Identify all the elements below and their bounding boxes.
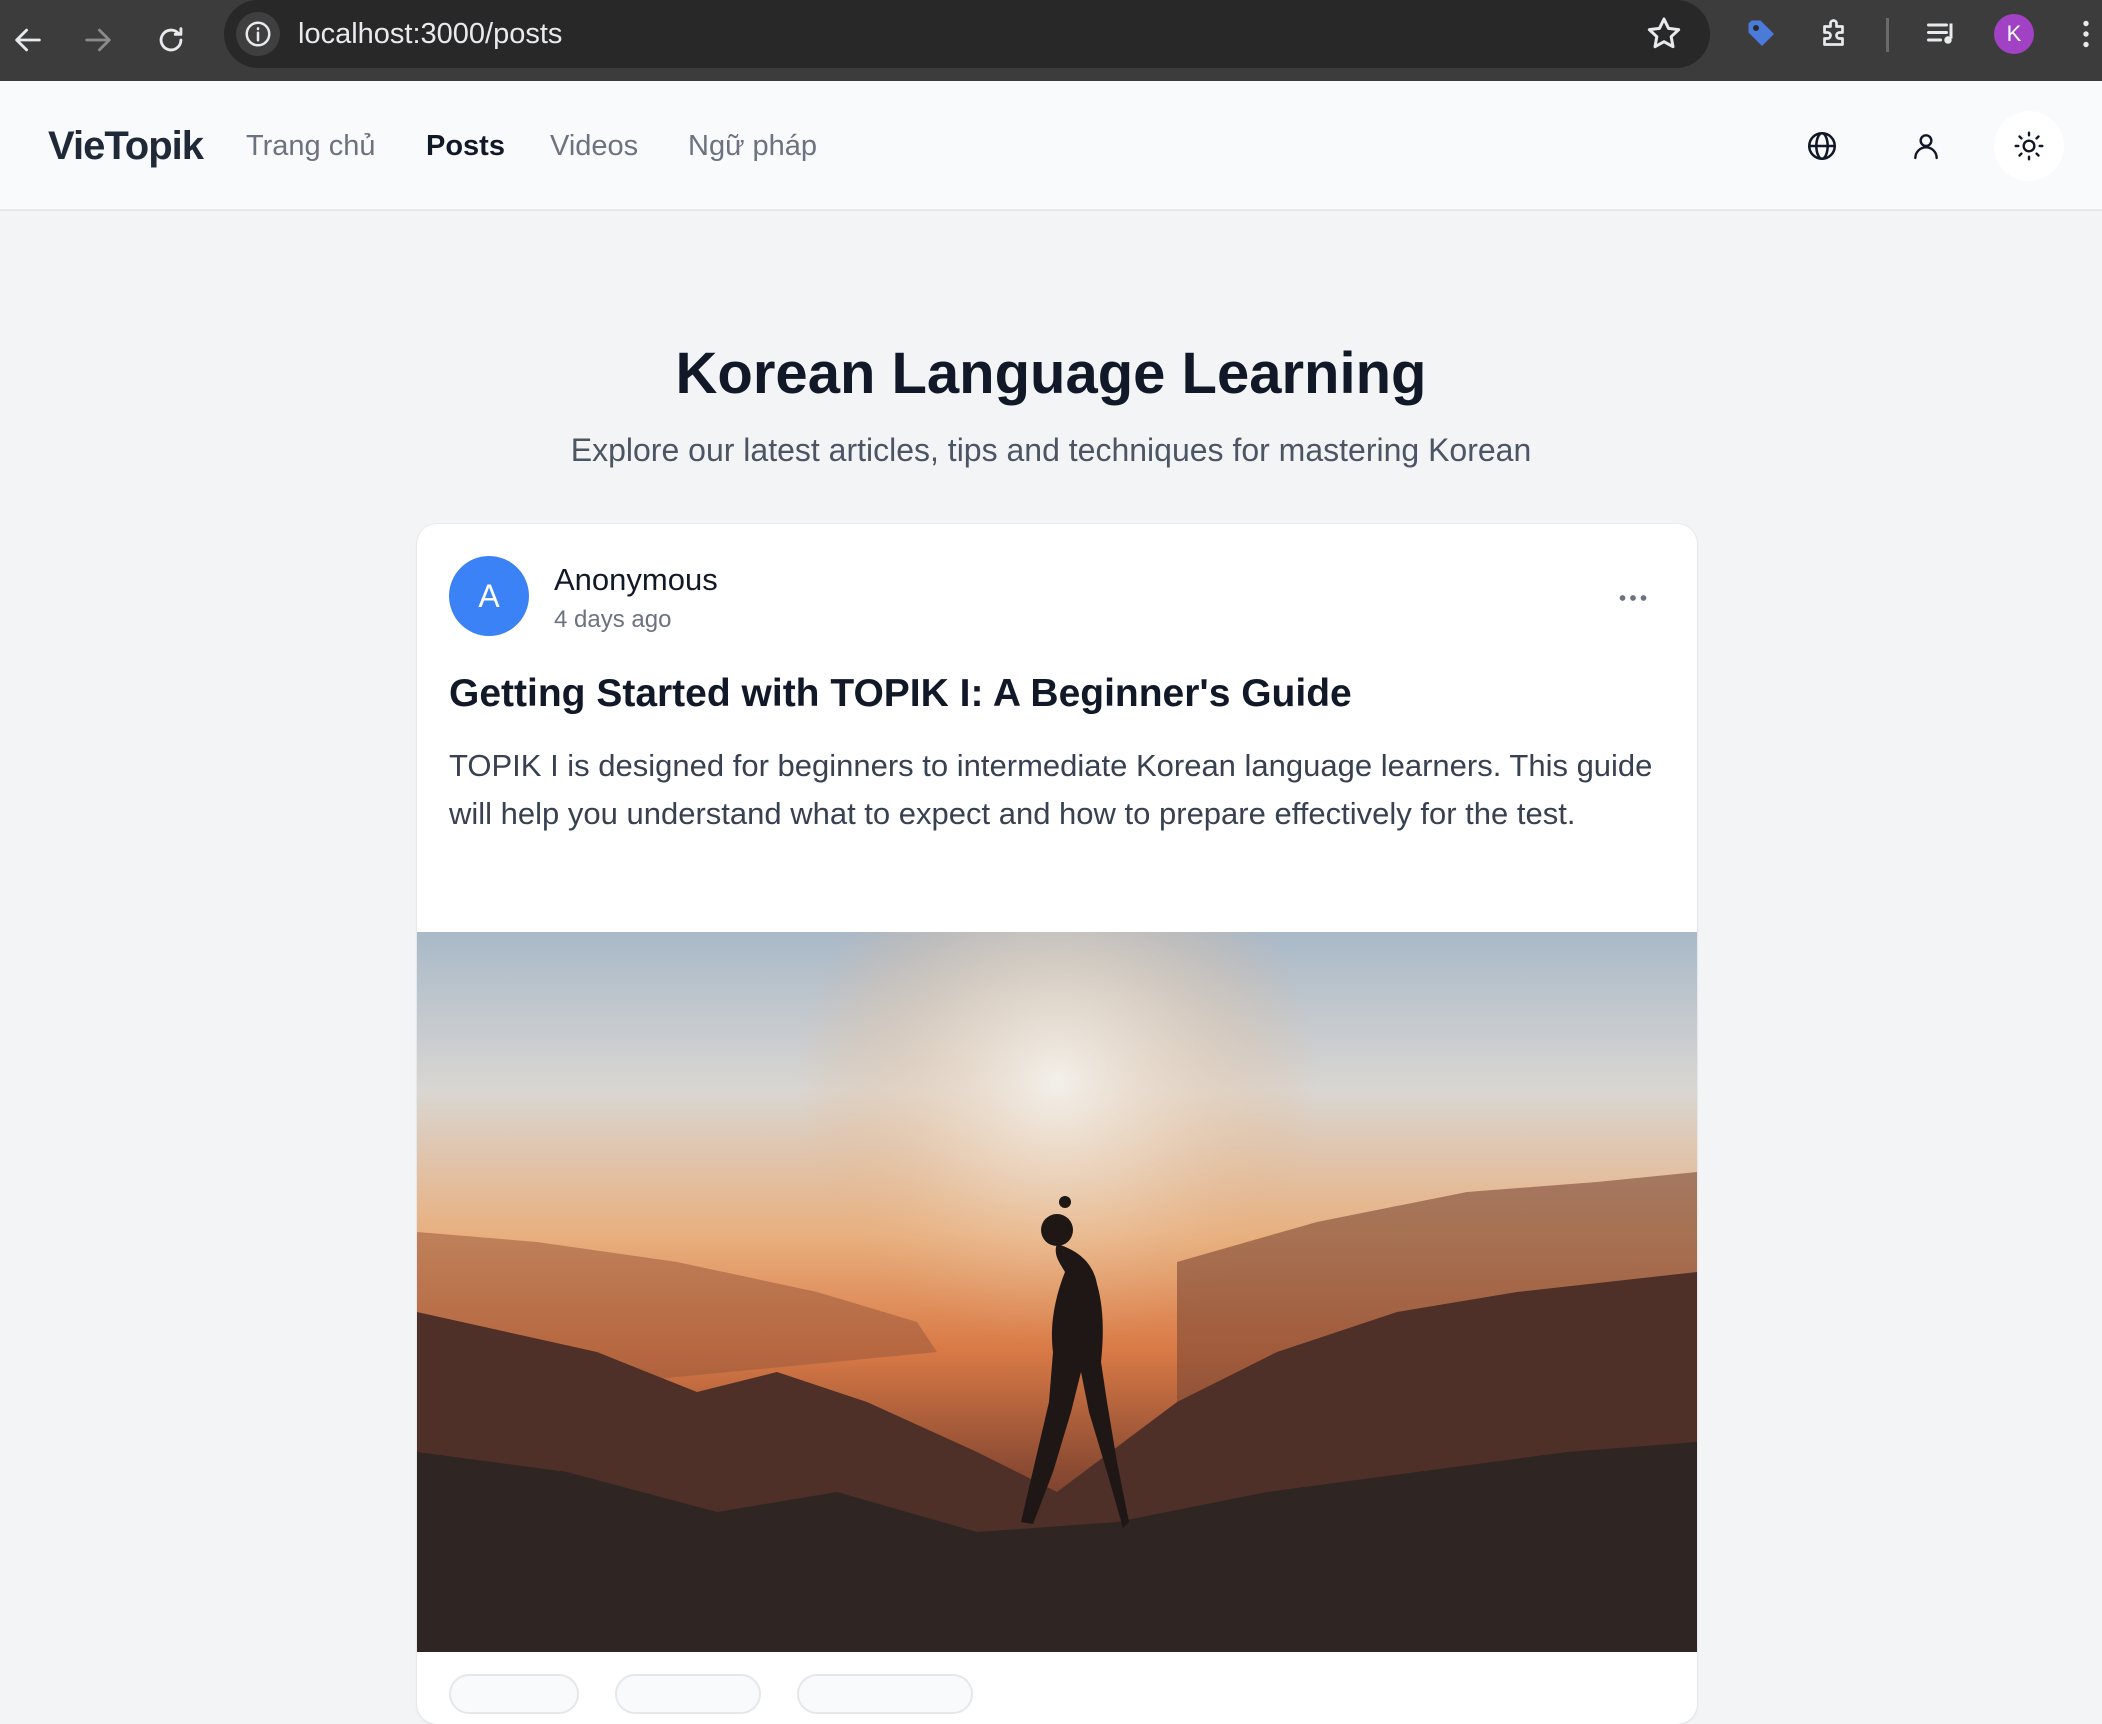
extensions-puzzle-icon[interactable] bbox=[1815, 14, 1855, 54]
sun-icon bbox=[2014, 131, 2044, 161]
post-excerpt: TOPIK I is designed for beginners to int… bbox=[449, 748, 1653, 831]
account-button[interactable] bbox=[1898, 118, 1954, 174]
reload-icon bbox=[159, 27, 183, 52]
author-name[interactable]: Anonymous bbox=[554, 562, 718, 598]
browser-toolbar: localhost:3000/posts K bbox=[0, 0, 2102, 81]
nav-videos[interactable]: Videos bbox=[550, 81, 638, 211]
post-cover-image[interactable] bbox=[417, 932, 1697, 1652]
author-avatar[interactable]: A bbox=[449, 556, 529, 636]
post-tag[interactable] bbox=[797, 1674, 973, 1714]
more-horizontal-icon bbox=[1619, 595, 1647, 601]
language-button[interactable] bbox=[1794, 118, 1850, 174]
url-text[interactable]: localhost:3000/posts bbox=[298, 0, 562, 68]
nav-posts[interactable]: Posts bbox=[426, 81, 505, 211]
browser-menu-icon[interactable] bbox=[2066, 14, 2102, 54]
nav-home[interactable]: Trang chủ bbox=[246, 81, 376, 211]
post-tag[interactable] bbox=[449, 1674, 579, 1714]
toolbar-divider bbox=[1886, 18, 1889, 52]
address-bar[interactable]: localhost:3000/posts bbox=[224, 0, 1710, 68]
back-button[interactable] bbox=[0, 12, 56, 68]
post-title[interactable]: Getting Started with TOPIK I: A Beginner… bbox=[449, 672, 1665, 716]
theme-toggle-button[interactable] bbox=[1994, 111, 2064, 181]
site-info-icon[interactable] bbox=[236, 12, 280, 56]
arrow-left-icon bbox=[15, 28, 41, 52]
extension-tag-icon[interactable] bbox=[1742, 14, 1782, 54]
post-card[interactable]: A Anonymous 4 days ago Getting Started w… bbox=[417, 524, 1697, 1724]
site-header: VieTopik Trang chủ Posts Videos Ngữ pháp bbox=[0, 81, 2102, 211]
page-subtitle: Explore our latest articles, tips and te… bbox=[570, 432, 1532, 468]
bookmark-star-icon[interactable] bbox=[1644, 14, 1684, 54]
reload-button[interactable] bbox=[143, 12, 199, 68]
post-time: 4 days ago bbox=[554, 606, 672, 633]
nav-grammar[interactable]: Ngữ pháp bbox=[688, 81, 817, 211]
site-logo[interactable]: VieTopik bbox=[48, 81, 204, 211]
page-title: Korean Language Learning bbox=[675, 341, 1427, 406]
forward-button[interactable] bbox=[70, 12, 126, 68]
arrow-right-icon bbox=[85, 28, 111, 52]
globe-icon bbox=[1807, 131, 1837, 161]
post-options-button[interactable] bbox=[1609, 574, 1657, 622]
user-icon bbox=[1914, 134, 1938, 160]
post-tag[interactable] bbox=[615, 1674, 761, 1714]
profile-avatar[interactable]: K bbox=[1994, 14, 2034, 54]
media-queue-icon[interactable] bbox=[1922, 14, 1962, 54]
